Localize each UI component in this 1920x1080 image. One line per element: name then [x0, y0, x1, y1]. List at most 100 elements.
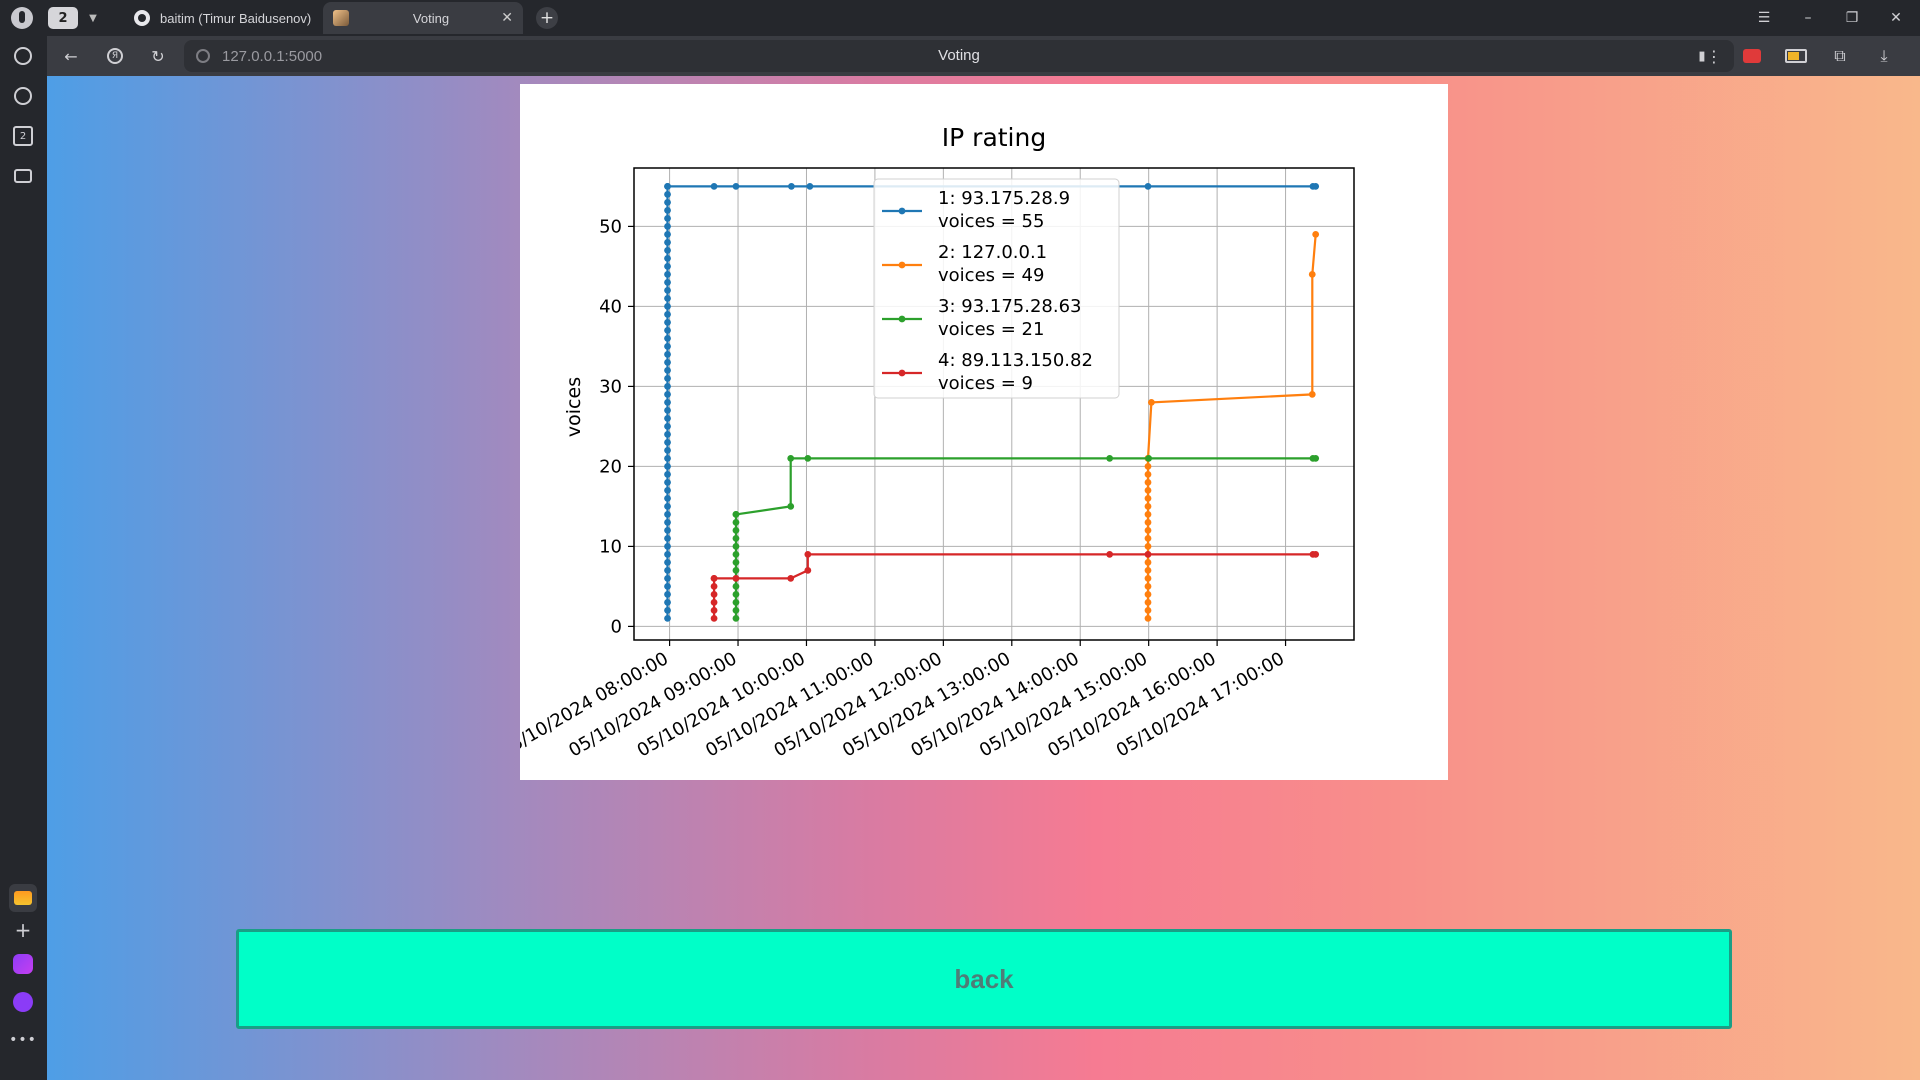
mail-icon[interactable]: [9, 884, 37, 912]
series-4-point: [787, 575, 795, 582]
series-1-point: [664, 199, 671, 206]
series-1-point: [664, 407, 671, 414]
series-1-point: [664, 295, 671, 302]
downloads-icon[interactable]: ⤓: [1872, 44, 1896, 68]
series-2-point: [1308, 391, 1316, 398]
series-1-point: [664, 207, 671, 214]
series-1-point: [664, 279, 671, 286]
back-nav-icon[interactable]: ←: [59, 44, 83, 68]
legend-entry-name: 3: 93.175.28.63: [938, 296, 1081, 317]
series-line-2: [1146, 234, 1317, 619]
new-tab-button[interactable]: +: [536, 7, 558, 29]
restore-icon[interactable]: ❐: [1840, 8, 1864, 28]
chart-title: IP rating: [942, 123, 1046, 152]
series-3-point: [732, 591, 740, 598]
more-icon[interactable]: ⋮: [1702, 44, 1726, 68]
series-2-point: [1144, 575, 1152, 582]
y-tick-label: 40: [599, 296, 622, 317]
series-1-point: [664, 327, 671, 334]
series-1-point: [664, 607, 671, 614]
series-2-point: [1144, 535, 1152, 542]
url-field[interactable]: 127.0.0.1:5000 Voting ▮: [184, 40, 1734, 72]
history-icon[interactable]: [9, 42, 37, 70]
series-1-point: [664, 551, 671, 558]
series-1-point: [664, 583, 671, 590]
series-1-point: [664, 367, 671, 374]
add-panel-icon[interactable]: +: [9, 916, 37, 944]
legend-entry-name: 2: 127.0.0.1: [938, 242, 1047, 263]
series-1-point: [664, 183, 671, 190]
series-1-point: [664, 223, 671, 230]
minimize-icon[interactable]: –: [1796, 8, 1820, 28]
collections-icon[interactable]: ⧉: [1828, 44, 1852, 68]
series-2-point: [1144, 615, 1152, 622]
series-4-point: [710, 583, 718, 590]
tabs-badge-icon[interactable]: 2: [9, 122, 37, 150]
legend-entry-name: 1: 93.175.28.9: [938, 188, 1070, 209]
alice-icon[interactable]: [9, 950, 37, 978]
series-2-point: [1144, 479, 1152, 486]
series-1-point: [664, 359, 671, 366]
address-bar-row: ← Я ↻ 127.0.0.1:5000 Voting ▮ ⋮ ⧉ ⤓: [47, 36, 1920, 76]
series-2-point: [1144, 559, 1152, 566]
series-1-point: [788, 183, 795, 190]
legend-swatch-dot: [898, 369, 906, 377]
series-3-point: [787, 503, 795, 510]
tab-count-badge[interactable]: 2: [48, 7, 78, 29]
series-3-point: [732, 535, 740, 542]
series-3-point: [787, 455, 795, 462]
y-tick-label: 20: [599, 456, 622, 477]
legend-entry-value: voices = 21: [938, 319, 1044, 340]
screenshot-icon[interactable]: [9, 162, 37, 190]
yandex-icon[interactable]: Я: [103, 44, 127, 68]
series-1-point: [664, 255, 671, 262]
series-1-point: [664, 447, 671, 454]
back-button[interactable]: back: [236, 929, 1732, 1029]
play-icon[interactable]: [9, 82, 37, 110]
series-3-point: [732, 527, 740, 534]
legend: 1: 93.175.28.9voices = 552: 127.0.0.1voi…: [873, 178, 1120, 399]
series-3-point: [732, 583, 740, 590]
tab-github[interactable]: baitim (Timur Baidusenov): [124, 2, 320, 34]
series-2-point: [1144, 511, 1152, 518]
series-3-point: [732, 519, 740, 526]
extension-icon[interactable]: [1740, 44, 1764, 68]
series-3-point: [732, 599, 740, 606]
y-tick-label: 0: [611, 616, 622, 637]
series-1-point: [664, 535, 671, 542]
series-1-point: [664, 487, 671, 494]
tab-voting[interactable]: Voting ✕: [323, 2, 523, 34]
series-1-point: [664, 543, 671, 550]
series-1-point: [664, 511, 671, 518]
series-3-point: [732, 511, 740, 518]
series-1-point: [664, 375, 671, 382]
y-axis-label: voices: [563, 377, 585, 437]
legend-swatch-dot: [898, 261, 906, 269]
series-2-point: [1144, 607, 1152, 614]
assistant-icon[interactable]: [9, 988, 37, 1016]
menu-icon[interactable]: ☰: [1752, 8, 1776, 28]
close-tab-icon[interactable]: ✕: [501, 9, 513, 26]
cat-favicon-icon: [333, 10, 349, 26]
series-1-point: [806, 183, 814, 190]
close-window-icon[interactable]: ✕: [1884, 8, 1908, 28]
more-panels-icon[interactable]: •••: [9, 1026, 37, 1054]
battery-icon[interactable]: [1784, 44, 1808, 68]
series-1-point: [664, 479, 671, 486]
series-2-point: [1144, 495, 1152, 502]
series-3-point: [1106, 455, 1114, 462]
series-1-point: [664, 591, 671, 598]
legend-entry-value: voices = 49: [938, 265, 1044, 286]
chevron-down-icon[interactable]: ▼: [84, 7, 102, 29]
series-3-point: [1145, 455, 1153, 462]
legend-entry-value: voices = 55: [938, 211, 1044, 232]
browser-tab-bar: 2 ▼ baitim (Timur Baidusenov) Voting ✕ +…: [0, 0, 1920, 36]
tab-label: Voting: [412, 10, 450, 26]
reload-icon[interactable]: ↻: [146, 44, 170, 68]
series-3-point: [732, 551, 740, 558]
series-3-point: [732, 559, 740, 566]
series-4-point: [710, 607, 718, 614]
series-2-point: [1144, 591, 1152, 598]
profile-icon[interactable]: [8, 5, 36, 31]
series-1-point: [664, 335, 671, 342]
